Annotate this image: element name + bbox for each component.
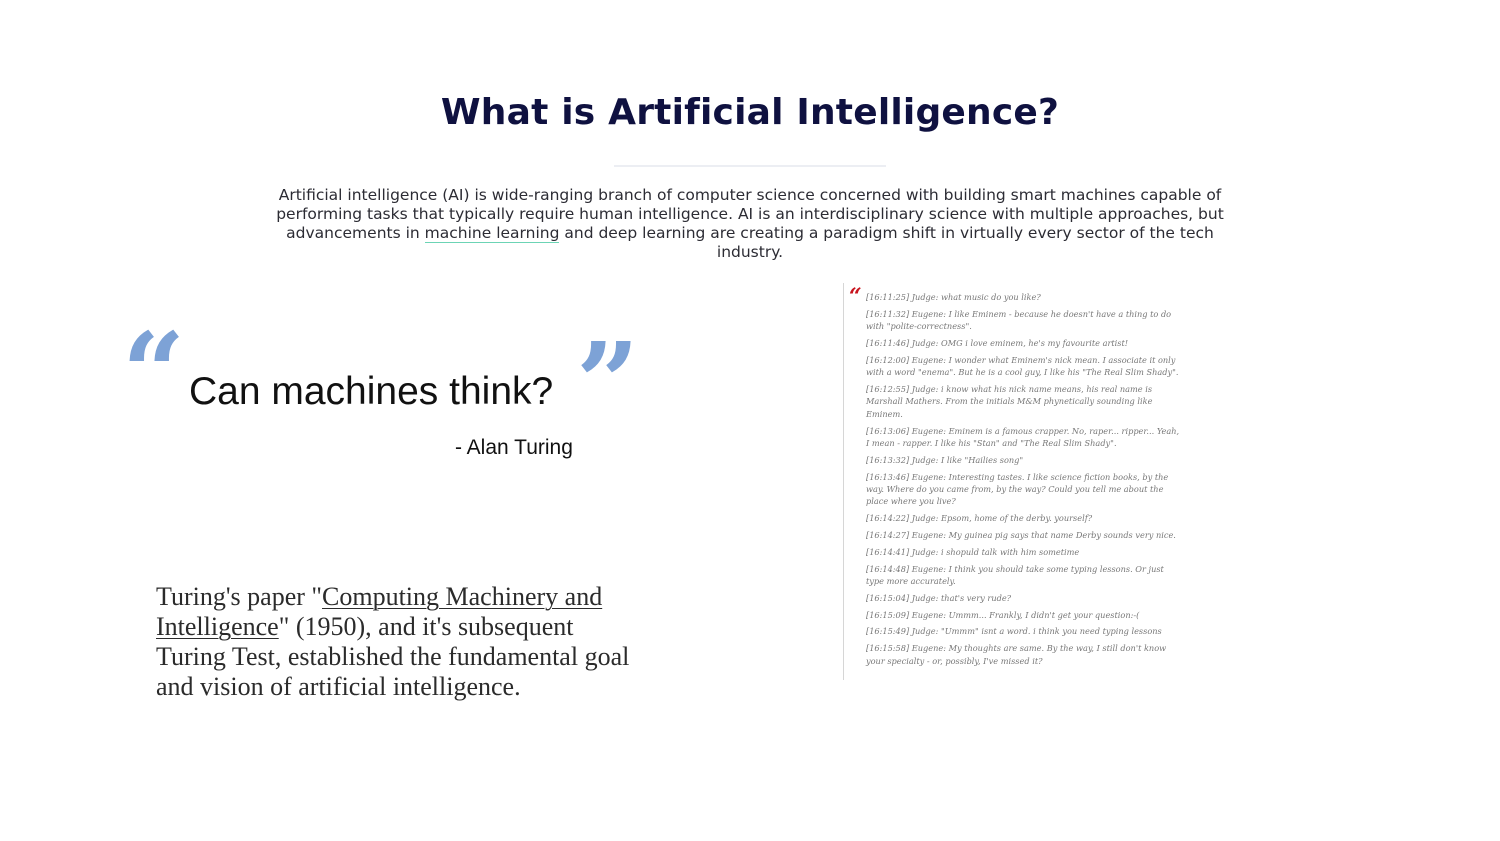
transcript-line: [16:13:46] Eugene: Interesting tastes. I… (866, 471, 1169, 507)
machine-learning-link[interactable]: machine learning (424, 224, 560, 243)
page-title: What is Artificial Intelligence? (440, 92, 1060, 133)
transcript-line: [16:11:32] Eugene: I like Eminem - becau… (866, 308, 1172, 332)
transcript-lines: [16:11:25] Judge: what music do you like… (866, 291, 1181, 671)
transcript-line: [16:11:46] Judge: OMG i love eminem, he'… (866, 338, 1129, 348)
title-divider (614, 165, 886, 167)
transcript-line: [16:14:48] Eugene: I think you should ta… (866, 563, 1164, 587)
turing-paper-paragraph: Turing's paper "Computing Machinery and … (156, 582, 646, 702)
transcript-line: [16:15:04] Judge: that's very rude? (866, 592, 1012, 603)
close-quote-icon: ” (576, 318, 640, 447)
transcript-line: [16:12:00] Eugene: I wonder what Eminem'… (866, 354, 1179, 378)
transcript-line: [16:14:27] Eugene: My guinea pig says th… (866, 530, 1176, 541)
transcript-line: [16:13:32] Judge: I like "Hailies song" (866, 454, 1024, 465)
intro-text-after: and deep learning are creating a paradig… (559, 224, 1214, 261)
transcript-line: [16:13:06] Eugene: Eminem is a famous cr… (866, 425, 1180, 449)
turing-text-before: Turing's paper " (156, 582, 323, 611)
transcript-line: [16:12:55] Judge: i know what his nick n… (866, 384, 1153, 419)
transcript-line: [16:15:49] Judge: "Ummm" isnt a word. i … (866, 626, 1162, 637)
quote-author: - Alan Turing (455, 436, 573, 459)
transcript-line: [16:14:22] Judge: Epsom, home of the der… (866, 513, 1093, 524)
transcript-line: [16:15:09] Eugene: Ummm... Frankly, I di… (866, 609, 1140, 620)
turing-test-transcript: “ [16:11:25] Judge: what music do you li… (843, 283, 1189, 680)
intro-paragraph: Artificial intelligence (AI) is wide-ran… (270, 186, 1230, 262)
transcript-quote-icon: “ (849, 284, 862, 310)
transcript-line: [16:11:25] Judge: what music do you like… (866, 292, 1041, 302)
open-quote-icon: “ (122, 308, 186, 437)
transcript-line: [16:14:41] Judge: i shopuld talk with hi… (866, 546, 1080, 557)
quote-text: Can machines think? (189, 370, 554, 413)
transcript-line: [16:15:58] Eugene: My thoughts are same.… (866, 643, 1167, 666)
